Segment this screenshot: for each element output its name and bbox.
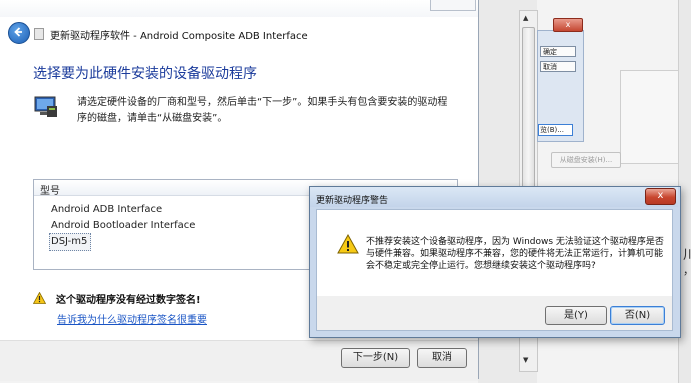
next-button[interactable]: 下一步(N) [341, 348, 410, 368]
scroll-down-arrow-icon[interactable]: ▼ [523, 356, 528, 364]
background-frame [620, 70, 686, 164]
scrollbar-thumb[interactable] [522, 27, 535, 197]
edge-text-fragment-2: ， [683, 262, 691, 278]
warning-dialog-close-button[interactable]: x [645, 188, 676, 205]
scroll-up-arrow-icon[interactable]: ▲ [523, 14, 528, 22]
warning-message: 不推荐安装这个设备驱动程序，因为 Windows 无法验证这个驱动程序是否与硬件… [366, 237, 664, 271]
warning-icon [33, 292, 46, 304]
edge-text-fragment: 川 [683, 248, 691, 263]
window-top-strip [0, 0, 478, 18]
model-item-bootloader-interface[interactable]: Android Bootloader Interface [51, 220, 195, 231]
device-icon [34, 28, 44, 40]
hardware-monitor-icon [34, 96, 57, 117]
no-button[interactable]: 否(N) [610, 306, 665, 325]
model-column-label: 型号 [40, 186, 60, 197]
background-cancel-button[interactable]: 取消 [540, 61, 576, 72]
background-browse-button[interactable]: 览(B)... [538, 124, 573, 136]
window-title: 更新驱动程序软件 - Android Composite ADB Interfa… [50, 31, 308, 42]
background-close-button[interactable]: x [553, 18, 583, 32]
warning-dialog-title: 更新驱动程序警告 [316, 196, 389, 206]
model-item-dsj-m5[interactable]: DSJ-m5 [51, 236, 87, 247]
window-frame-button[interactable] [430, 0, 476, 11]
unsigned-driver-warning: 这个驱动程序没有经过数字签名! [56, 295, 201, 306]
warning-triangle-icon [337, 234, 359, 254]
instructions-text: 请选定硬件设备的厂商和型号，然后单击“下一步”。如果手头有包含要安装的驱动程序的… [77, 97, 448, 124]
model-item-adb-interface[interactable]: Android ADB Interface [51, 204, 162, 215]
yes-button[interactable]: 是(Y) [545, 306, 607, 325]
back-arrow-icon [14, 27, 22, 37]
background-confirm-button[interactable]: 确定 [540, 46, 576, 57]
cancel-button[interactable]: 取消 [417, 348, 467, 368]
driver-signing-link[interactable]: 告诉我为什么驱动程序签名很重要 [57, 311, 207, 326]
page-heading: 选择要为此硬件安装的设备驱动程序 [33, 66, 257, 82]
background-have-disk-button[interactable]: 从磁盘安装(H)... [551, 152, 621, 168]
